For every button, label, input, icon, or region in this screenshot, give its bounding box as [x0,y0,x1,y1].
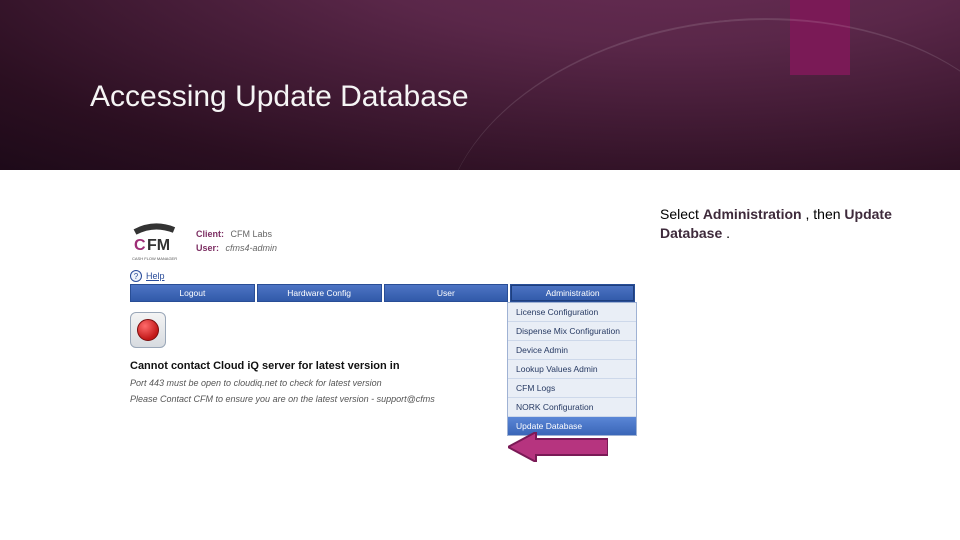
svg-text:C: C [134,237,146,254]
client-label: Client: [196,229,224,239]
help-label: Help [146,271,165,281]
slide-title: Accessing Update Database [90,80,469,114]
app-screenshot: C FM CASH FLOW MANAGER Client: CFM Labs … [130,220,635,404]
nav-tabs: Logout Hardware Config User Administrati… [130,284,635,302]
tab-logout[interactable]: Logout [130,284,255,302]
instruction-keyword-1: Administration [703,206,802,222]
administration-dropdown: License Configuration Dispense Mix Confi… [507,302,637,436]
record-icon [130,312,166,348]
menu-nork-configuration[interactable]: NORK Configuration [508,398,636,417]
instruction-mid: , then [805,206,844,222]
instruction-text: Select Administration , then Update Data… [660,205,920,243]
svg-text:FM: FM [147,237,170,254]
tab-hardware-config[interactable]: Hardware Config [257,284,382,302]
client-user-info: Client: CFM Labs User: cfms4-admin [196,229,277,253]
menu-license-configuration[interactable]: License Configuration [508,303,636,322]
user-value: cfms4-admin [226,243,278,253]
user-label: User: [196,243,219,253]
tab-administration[interactable]: Administration [510,284,635,302]
record-dot-icon [137,319,159,341]
menu-dispense-mix-configuration[interactable]: Dispense Mix Configuration [508,322,636,341]
menu-cfm-logs[interactable]: CFM Logs [508,379,636,398]
instruction-prefix: Select [660,206,703,222]
cfm-logo-icon: C FM CASH FLOW MANAGER [130,220,186,262]
svg-text:CASH FLOW MANAGER: CASH FLOW MANAGER [132,256,177,261]
client-value: CFM Labs [231,229,273,239]
help-icon: ? [130,270,142,282]
instruction-suffix: . [726,225,730,241]
help-link[interactable]: ? Help [130,270,635,282]
tab-user[interactable]: User [384,284,509,302]
menu-device-admin[interactable]: Device Admin [508,341,636,360]
logo-row: C FM CASH FLOW MANAGER Client: CFM Labs … [130,220,635,262]
slide-header: Accessing Update Database [0,0,960,170]
menu-lookup-values-admin[interactable]: Lookup Values Admin [508,360,636,379]
callout-arrow-icon [508,432,608,462]
